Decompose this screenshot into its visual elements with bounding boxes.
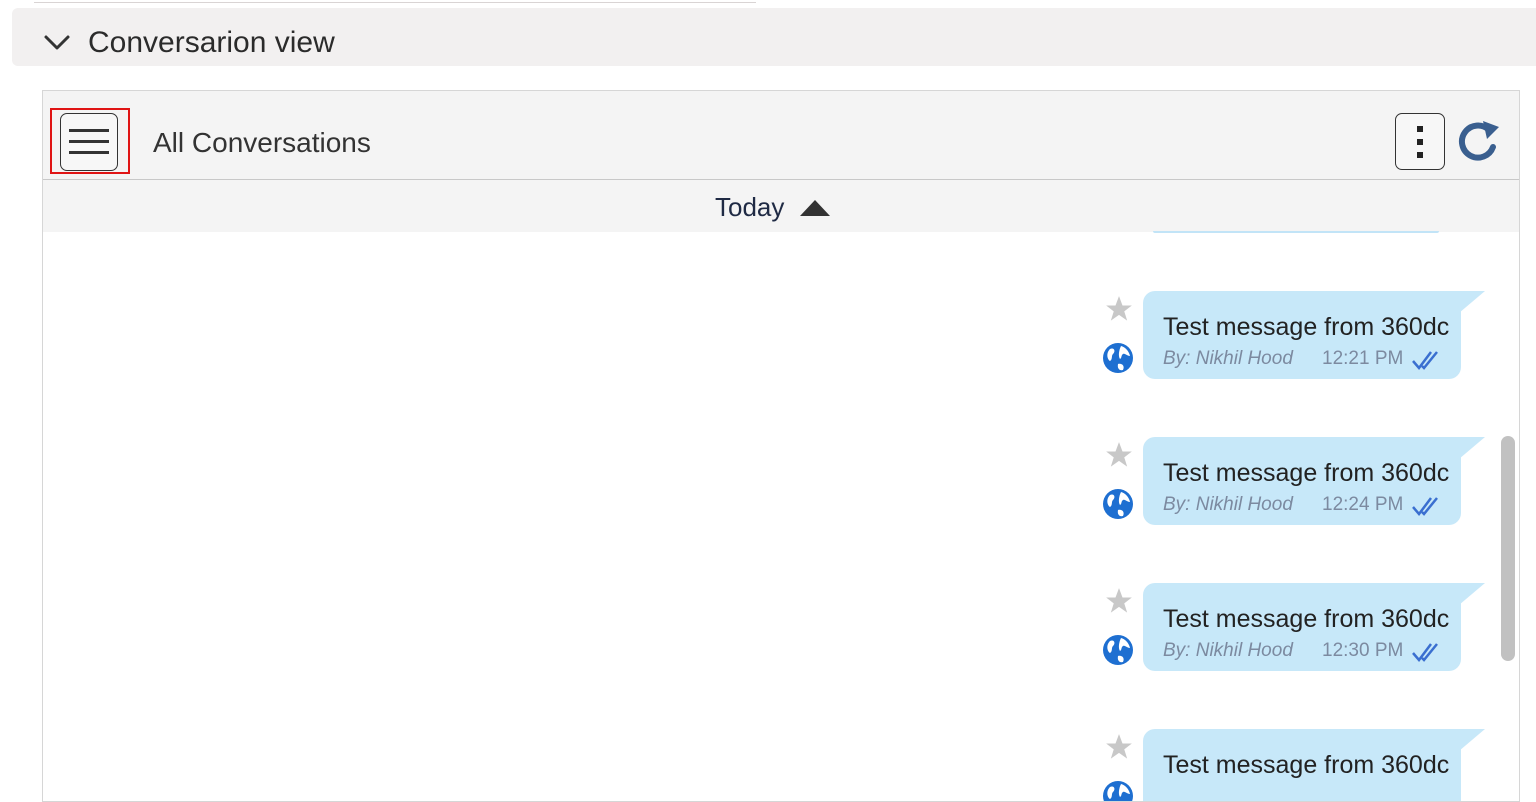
message-author: By: Nikhil Hood [1163,348,1293,369]
chevron-down-icon[interactable] [42,32,72,52]
menu-button[interactable] [60,113,118,171]
star-icon[interactable] [1105,587,1133,615]
message-text: Test message from 360dc [1163,751,1450,779]
globe-icon [1103,343,1133,373]
bubble-tail [1459,583,1485,605]
scrollbar-thumb[interactable] [1501,436,1515,661]
section-title: Conversarion view [88,26,335,59]
star-icon[interactable] [1105,441,1133,469]
message-text: Test message from 360dc [1163,459,1450,487]
conversation-view-section-header[interactable]: Conversarion view [12,8,1536,66]
day-group-label: Today [715,192,785,222]
message-item: Test message from 360dc By: Nikhil Hood … [43,437,1519,527]
vertical-dots-icon [1417,125,1423,158]
bubble-tail [1459,291,1485,313]
hamburger-menu-icon [69,129,109,154]
globe-icon [1103,635,1133,665]
message-item: Test message from 360dc By: Nikhil Hood … [43,583,1519,673]
double-check-icon [1412,497,1438,516]
globe-icon [1103,489,1133,519]
double-check-icon [1412,351,1438,370]
message-time: 12:24 PM [1322,494,1404,515]
star-icon[interactable] [1105,295,1133,323]
message-time: 12:21 PM [1322,348,1404,369]
more-options-button[interactable] [1395,113,1445,170]
toolbar-title: All Conversations [153,127,371,158]
bubble-tail [1459,437,1485,459]
caret-up-icon[interactable] [799,199,831,217]
star-icon[interactable] [1105,733,1133,761]
message-item: Test message from 360dc By: Nikhil Hood … [43,291,1519,381]
globe-icon [1103,781,1133,801]
conversation-toolbar: All Conversations [43,91,1519,180]
previous-message-edge [1153,231,1439,233]
message-author: By: Nikhil Hood [1163,640,1293,661]
message-text: Test message from 360dc [1163,313,1450,341]
message-author: By: Nikhil Hood [1163,494,1293,515]
message-text: Test message from 360dc [1163,605,1450,633]
top-divider [34,2,756,3]
bubble-tail [1459,729,1485,751]
message-item: Test message from 360dc [43,729,1519,801]
refresh-icon[interactable] [1453,117,1503,167]
double-check-icon [1412,643,1438,662]
message-time: 12:30 PM [1322,640,1404,661]
conversation-panel: All Conversations Today Test message fro… [42,90,1520,802]
